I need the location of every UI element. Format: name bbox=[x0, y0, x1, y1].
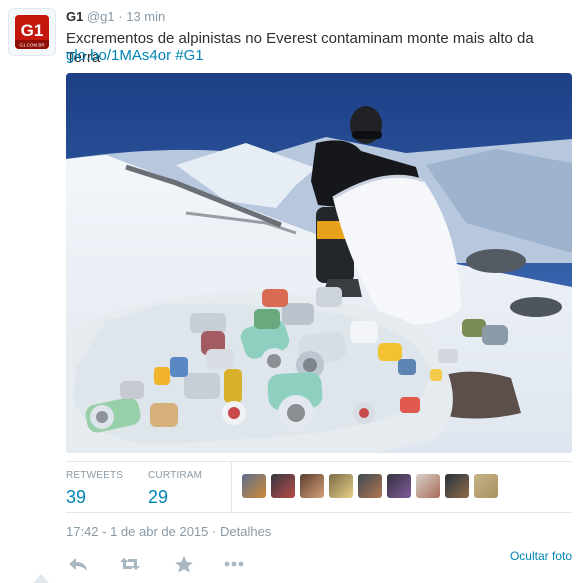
author-handle[interactable]: @g1 bbox=[87, 9, 115, 24]
stats-bar: RETWEETS 39 CURTIRAM 29 bbox=[66, 461, 572, 513]
relative-time[interactable]: 13 min bbox=[126, 9, 165, 24]
liker-avatar-2[interactable] bbox=[271, 474, 295, 498]
avatar-text: G1 bbox=[21, 21, 44, 40]
liker-avatar-8[interactable] bbox=[445, 474, 469, 498]
likes-count: 29 bbox=[148, 487, 169, 507]
tweet-links: glo.bo/1MAs4or #G1 bbox=[66, 46, 204, 65]
expand-caret-icon bbox=[33, 574, 49, 583]
avatar[interactable]: G1 G1.COM.BR bbox=[8, 8, 56, 56]
timestamp-text[interactable]: 17:42 - 1 de abr de 2015 bbox=[66, 524, 208, 539]
stats-divider bbox=[231, 462, 232, 512]
tweet-card: G1 G1.COM.BR G1 @g1 · 13 min Excrementos… bbox=[0, 0, 584, 583]
more-icon[interactable] bbox=[222, 554, 246, 574]
short-link[interactable]: glo.bo/1MAs4or bbox=[66, 47, 171, 64]
header-separator: · bbox=[118, 9, 123, 24]
everest-photo bbox=[66, 73, 572, 453]
likes-stat[interactable]: CURTIRAM 29 bbox=[148, 469, 202, 508]
tweet-photo[interactable] bbox=[66, 73, 572, 453]
author-name[interactable]: G1 bbox=[66, 9, 83, 24]
reply-icon[interactable] bbox=[66, 554, 90, 574]
retweets-count: 39 bbox=[66, 487, 87, 507]
liker-avatar-5[interactable] bbox=[358, 474, 382, 498]
avatar-subtext: G1.COM.BR bbox=[19, 43, 45, 48]
liker-avatar-4[interactable] bbox=[329, 474, 353, 498]
details-link[interactable]: Detalhes bbox=[220, 524, 271, 539]
liker-avatar-7[interactable] bbox=[416, 474, 440, 498]
retweets-stat[interactable]: RETWEETS 39 bbox=[66, 469, 123, 508]
tweet-header: G1 @g1 · 13 min bbox=[66, 9, 165, 25]
liker-avatar-9[interactable] bbox=[474, 474, 498, 498]
retweets-label: RETWEETS bbox=[66, 470, 124, 481]
star-icon[interactable] bbox=[172, 554, 196, 574]
tweet-timestamp: 17:42 - 1 de abr de 2015 · Detalhes bbox=[66, 524, 271, 539]
tweet-actions bbox=[66, 548, 572, 578]
liker-avatar-6[interactable] bbox=[387, 474, 411, 498]
timestamp-separator: · bbox=[212, 524, 217, 539]
liker-avatar-3[interactable] bbox=[300, 474, 324, 498]
liker-avatar-1[interactable] bbox=[242, 474, 266, 498]
hashtag-link[interactable]: #G1 bbox=[175, 47, 203, 64]
retweet-icon[interactable] bbox=[118, 554, 142, 574]
g1-logo-icon: G1 G1.COM.BR bbox=[15, 15, 49, 49]
hide-photo-link[interactable]: Ocultar foto bbox=[510, 549, 572, 563]
likes-label: CURTIRAM bbox=[148, 470, 203, 481]
